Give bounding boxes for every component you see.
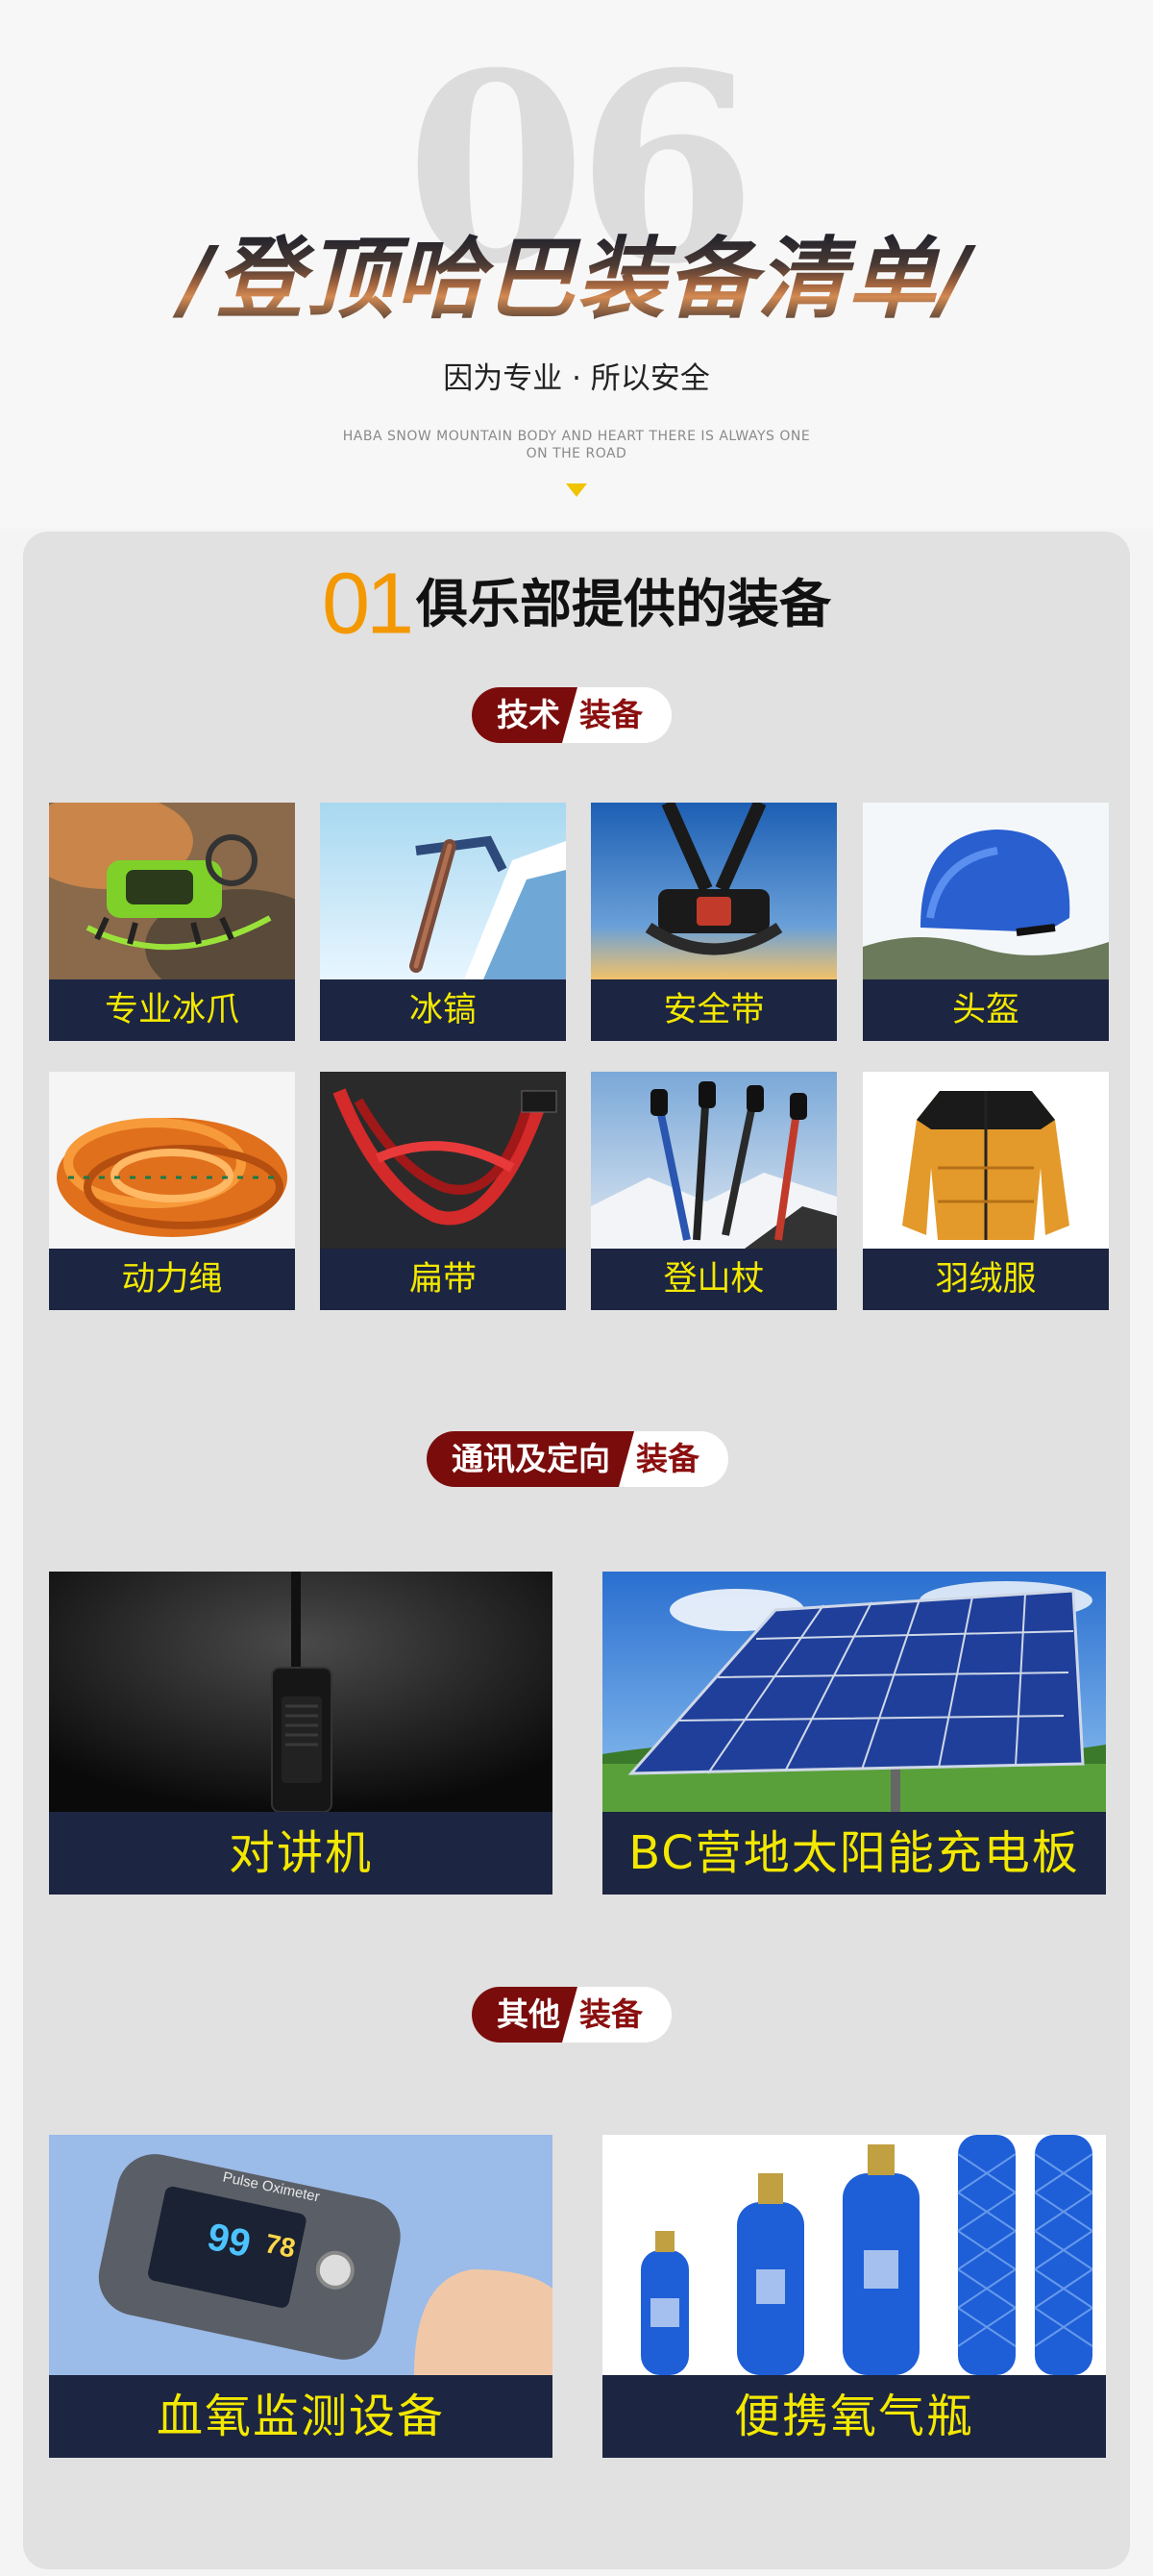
english-tagline-line1: HABA SNOW MOUNTAIN BODY AND HEART THERE …	[342, 429, 811, 444]
item-card-solar-panel: BC营地太阳能充电板	[602, 1572, 1106, 1895]
down-arrow-icon	[566, 483, 587, 497]
pulse-oximeter-image: 99 78 Pulse Oximeter	[49, 2135, 552, 2375]
item-card-harness: 安全带	[591, 803, 837, 1041]
item-card-down-jacket: 羽绒服	[863, 1072, 1109, 1310]
item-label: 登山杖	[591, 1249, 837, 1310]
walkie-talkie-image	[49, 1572, 552, 1812]
page-title: /登顶哈巴装备清单/	[0, 231, 1153, 328]
harness-image	[591, 803, 837, 979]
ice-axe-image	[320, 803, 566, 979]
item-card-oxygen-bottle: 便携氧气瓶	[602, 2135, 1106, 2458]
section-title: 俱乐部提供的装备	[416, 573, 832, 634]
tag-suffix: 装备	[636, 1440, 699, 1477]
item-card-walkie-talkie: 对讲机	[49, 1572, 552, 1895]
down-jacket-image	[863, 1072, 1109, 1249]
tag-technical-equipment: 技术 装备	[472, 687, 672, 743]
sling-image	[320, 1072, 566, 1249]
oximeter-pr-reading: 78	[262, 2228, 299, 2264]
item-label: 便携氧气瓶	[602, 2375, 1106, 2458]
item-card-rope: 动力绳	[49, 1072, 295, 1310]
oximeter-spo2-reading: 99	[204, 2215, 255, 2266]
header: 06 /登顶哈巴装备清单/ 因为专业 · 所以安全 HABA SNOW MOUN…	[0, 0, 1153, 529]
section-number: 01	[321, 556, 414, 653]
item-card-sling: 扁带	[320, 1072, 566, 1310]
rope-image	[49, 1072, 295, 1249]
trekking-pole-image	[591, 1072, 837, 1249]
item-label: 动力绳	[49, 1249, 295, 1310]
tag-suffix: 装备	[579, 696, 643, 733]
tag-suffix: 装备	[579, 1995, 643, 2033]
helmet-image	[863, 803, 1109, 979]
page-subtitle: 因为专业 · 所以安全	[443, 361, 710, 396]
tag-communication-equipment: 通讯及定向 装备	[427, 1431, 728, 1487]
item-label: 羽绒服	[863, 1249, 1109, 1310]
item-card-pulse-oximeter: 99 78 Pulse Oximeter 血氧监测设备	[49, 2135, 552, 2458]
item-label: 头盔	[863, 979, 1109, 1041]
section-heading: 01 俱乐部提供的装备	[23, 556, 1130, 653]
oxygen-bottle-image	[602, 2135, 1106, 2375]
item-label: 冰镐	[320, 979, 566, 1041]
english-tagline-line2: ON THE ROAD	[526, 446, 627, 461]
item-label: 血氧监测设备	[49, 2375, 552, 2458]
item-label: 安全带	[591, 979, 837, 1041]
tag-main: 其他	[472, 1987, 577, 2043]
crampon-image	[49, 803, 295, 979]
item-label: 对讲机	[49, 1812, 552, 1895]
tag-main: 通讯及定向	[427, 1431, 634, 1487]
item-label: 扁带	[320, 1249, 566, 1310]
solar-panel-image	[602, 1572, 1106, 1812]
item-card-ice-axe: 冰镐	[320, 803, 566, 1041]
tag-main: 技术	[472, 687, 577, 743]
tag-other-equipment: 其他 装备	[472, 1987, 672, 2043]
item-label: 专业冰爪	[49, 979, 295, 1041]
equipment-panel: 01 俱乐部提供的装备 技术 装备 专业冰爪 冰镐 安全带 头盔 动力绳 扁带 …	[23, 532, 1130, 2569]
item-label: BC营地太阳能充电板	[602, 1812, 1106, 1895]
item-card-helmet: 头盔	[863, 803, 1109, 1041]
english-tagline: HABA SNOW MOUNTAIN BODY AND HEART THERE …	[307, 428, 846, 462]
item-card-crampon: 专业冰爪	[49, 803, 295, 1041]
item-card-trekking-pole: 登山杖	[591, 1072, 837, 1310]
